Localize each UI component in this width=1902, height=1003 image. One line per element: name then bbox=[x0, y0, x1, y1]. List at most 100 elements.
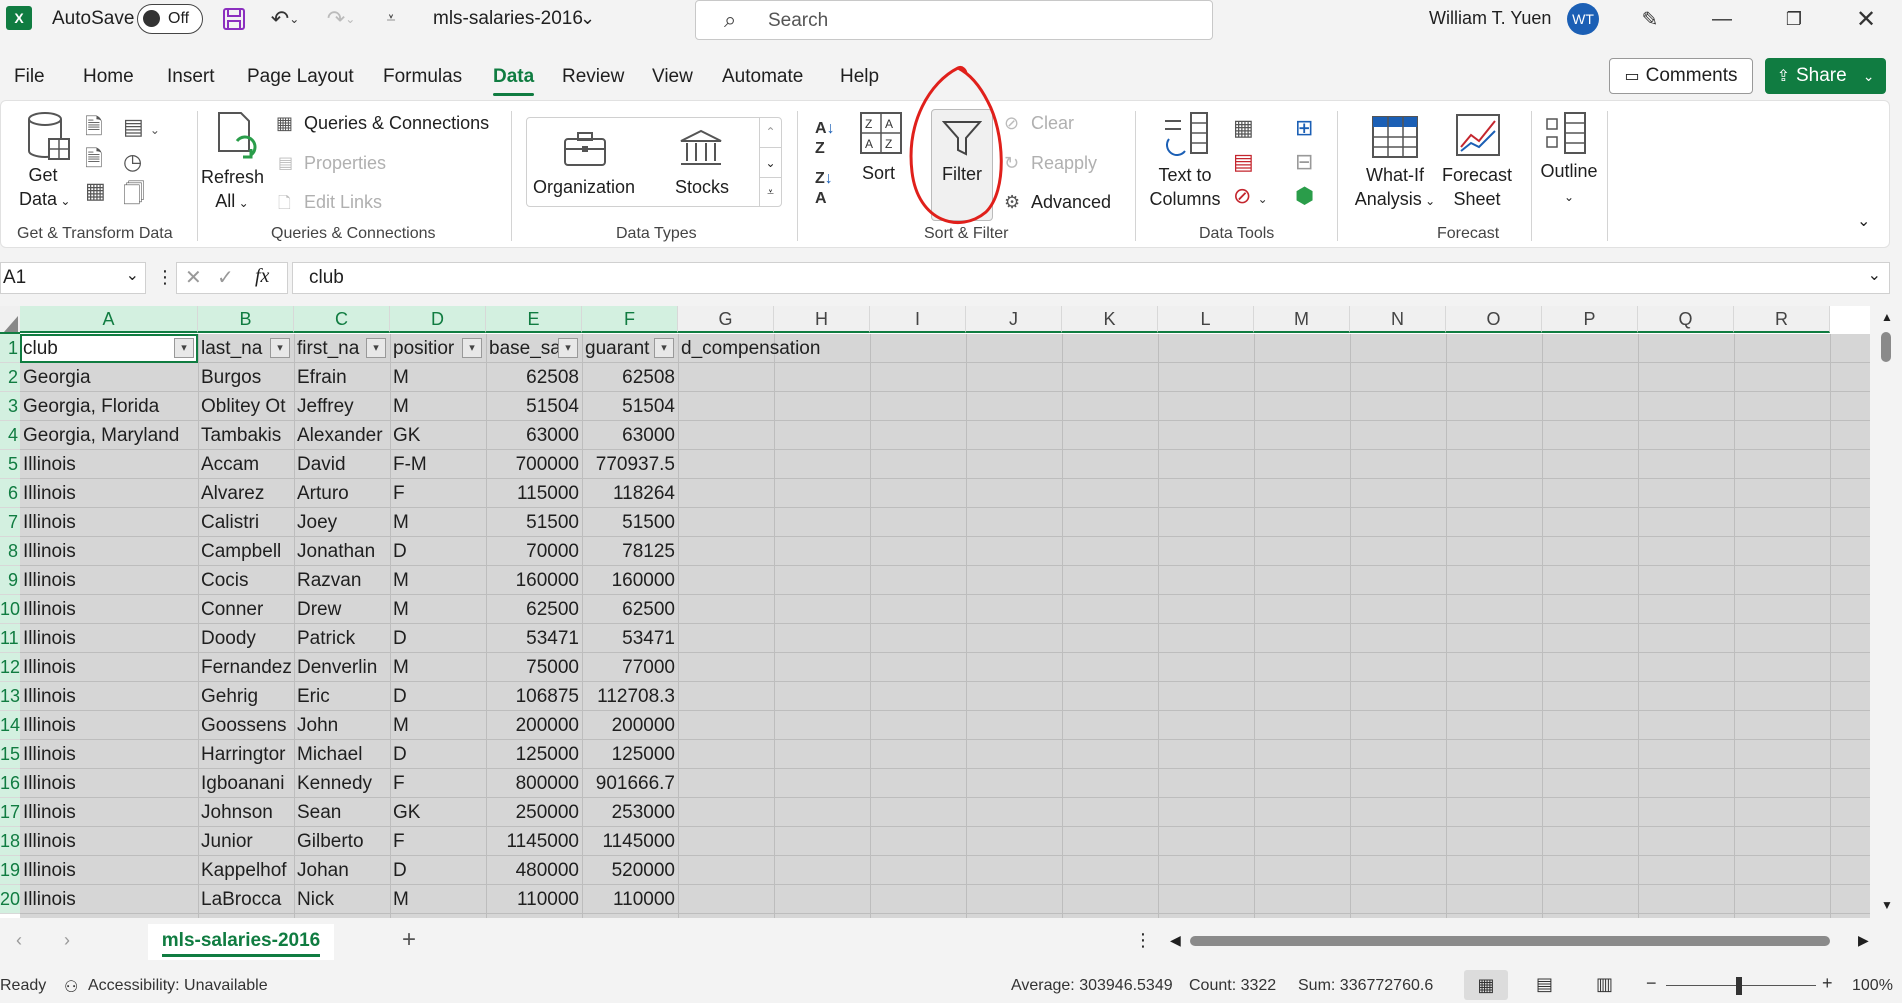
column-header-k[interactable]: K bbox=[1062, 306, 1158, 333]
data-cell[interactable]: M bbox=[390, 392, 486, 421]
more-icon[interactable]: ⋮ bbox=[156, 267, 174, 288]
tab-automate[interactable]: Automate bbox=[722, 66, 803, 88]
relationships-icon[interactable]: ⊞ ⊟ ⬢ bbox=[1295, 111, 1314, 213]
sort-a-z-icon[interactable]: A↓ Z bbox=[815, 119, 835, 159]
data-cell[interactable]: 53471 bbox=[486, 624, 582, 653]
search-input[interactable]: ⌕ Search bbox=[695, 0, 1213, 40]
data-cell[interactable]: 200000 bbox=[486, 711, 582, 740]
data-cell[interactable]: Accam bbox=[198, 450, 294, 479]
data-cell[interactable]: 901666.7 bbox=[582, 769, 678, 798]
share-button[interactable]: ⇪ Share ⌄ bbox=[1765, 58, 1886, 94]
restore-icon[interactable]: ❐ bbox=[1774, 4, 1814, 34]
row-header[interactable]: 5 bbox=[0, 450, 20, 479]
data-cell[interactable]: Illinois bbox=[20, 537, 198, 566]
scroll-right-icon[interactable]: ▶ bbox=[1858, 932, 1869, 949]
row-header[interactable]: 6 bbox=[0, 479, 20, 508]
data-cell[interactable]: 51504 bbox=[582, 392, 678, 421]
data-cell[interactable]: Alexander bbox=[294, 421, 390, 450]
column-header-m[interactable]: M bbox=[1254, 306, 1350, 333]
data-cell[interactable]: M bbox=[390, 653, 486, 682]
row-header[interactable]: 3 bbox=[0, 392, 20, 421]
data-cell[interactable]: Kennedy bbox=[294, 769, 390, 798]
row-header[interactable]: 4 bbox=[0, 421, 20, 450]
undo-icon[interactable]: ↶ ⌄ bbox=[262, 4, 308, 34]
scroll-down-icon[interactable]: ▼ bbox=[1881, 898, 1893, 912]
data-cell[interactable]: D bbox=[390, 537, 486, 566]
column-header-j[interactable]: J bbox=[966, 306, 1062, 333]
advanced-button[interactable]: Advanced bbox=[1031, 192, 1111, 213]
next-sheet-icon[interactable]: › bbox=[64, 930, 70, 951]
data-cell[interactable]: 110000 bbox=[486, 885, 582, 914]
close-icon[interactable]: ✕ bbox=[1846, 4, 1886, 34]
data-cell[interactable]: 250000 bbox=[486, 798, 582, 827]
data-cell[interactable]: 480000 bbox=[486, 856, 582, 885]
data-cell[interactable]: Harringtor bbox=[198, 740, 294, 769]
refresh-icon[interactable] bbox=[215, 111, 261, 167]
filter-dropdown-button[interactable]: ▾ bbox=[558, 338, 578, 358]
save-icon[interactable] bbox=[220, 4, 248, 34]
column-header-f[interactable]: F bbox=[582, 306, 678, 333]
data-cell[interactable]: 77000 bbox=[582, 653, 678, 682]
data-cell[interactable]: Campbell bbox=[198, 537, 294, 566]
forecast-label[interactable]: Forecast bbox=[1442, 165, 1512, 185]
page-layout-view-icon[interactable]: ▤ bbox=[1536, 974, 1553, 995]
data-cell[interactable]: 118264 bbox=[582, 479, 678, 508]
data-cell[interactable]: Denverlin bbox=[294, 653, 390, 682]
data-cell[interactable]: John bbox=[294, 711, 390, 740]
column-header-d[interactable]: D bbox=[390, 306, 486, 333]
text-to-label[interactable]: Text to bbox=[1158, 165, 1211, 185]
zoom-slider-thumb[interactable] bbox=[1736, 977, 1742, 995]
row-header[interactable]: 20 bbox=[0, 885, 20, 914]
tab-home[interactable]: Home bbox=[83, 66, 134, 88]
data-cell[interactable]: Burgos bbox=[198, 363, 294, 392]
data-cell[interactable]: M bbox=[390, 595, 486, 624]
tab-formulas[interactable]: Formulas bbox=[383, 66, 462, 88]
data-cell[interactable]: D bbox=[390, 856, 486, 885]
analysis-label[interactable]: Analysis bbox=[1355, 189, 1422, 209]
data-cell[interactable]: GK bbox=[390, 798, 486, 827]
data-cell[interactable]: M bbox=[390, 363, 486, 392]
data-cell[interactable]: Illinois bbox=[20, 682, 198, 711]
data-cell[interactable]: 160000 bbox=[486, 566, 582, 595]
data-cell[interactable]: Illinois bbox=[20, 827, 198, 856]
horizontal-scroll-thumb[interactable] bbox=[1190, 936, 1830, 946]
row-header[interactable]: 10 bbox=[0, 595, 20, 624]
minimize-icon[interactable]: — bbox=[1702, 4, 1742, 34]
prev-sheet-icon[interactable]: ‹ bbox=[16, 930, 22, 951]
stocks-button[interactable]: Stocks bbox=[675, 177, 729, 198]
data-cell[interactable]: 125000 bbox=[486, 740, 582, 769]
data-cell[interactable]: 62500 bbox=[486, 595, 582, 624]
data-cell[interactable]: 700000 bbox=[486, 450, 582, 479]
data-cell[interactable]: Michael bbox=[294, 740, 390, 769]
data-cell[interactable]: Georgia bbox=[20, 363, 198, 392]
select-all-button[interactable] bbox=[0, 306, 20, 334]
sheet-label[interactable]: Sheet bbox=[1453, 189, 1500, 209]
column-header-b[interactable]: B bbox=[198, 306, 294, 333]
data-cell[interactable]: Illinois bbox=[20, 653, 198, 682]
column-header-l[interactable]: L bbox=[1158, 306, 1254, 333]
column-header-o[interactable]: O bbox=[1446, 306, 1542, 333]
organization-button[interactable]: Organization bbox=[533, 177, 635, 198]
queries-connections-button[interactable]: Queries & Connections bbox=[304, 113, 489, 134]
data-cell[interactable]: Illinois bbox=[20, 769, 198, 798]
from-table-icon[interactable]: ▤ ⌄ ◷ 🗍 bbox=[123, 111, 160, 210]
pen-icon[interactable]: ✎ bbox=[1630, 4, 1670, 34]
cancel-icon[interactable]: ✕ bbox=[185, 265, 202, 290]
data-cell[interactable]: Illinois bbox=[20, 566, 198, 595]
row-header[interactable]: 13 bbox=[0, 682, 20, 711]
data-cell[interactable]: GK bbox=[390, 421, 486, 450]
data-cell[interactable]: Junior bbox=[198, 827, 294, 856]
data-cell[interactable]: F bbox=[390, 827, 486, 856]
row-header[interactable]: 2 bbox=[0, 363, 20, 392]
data-cell[interactable]: Kappelhof bbox=[198, 856, 294, 885]
row-header[interactable]: 16 bbox=[0, 769, 20, 798]
data-cell[interactable]: Cocis bbox=[198, 566, 294, 595]
data-cell[interactable]: 1145000 bbox=[582, 827, 678, 856]
vertical-scroll-thumb[interactable] bbox=[1881, 332, 1891, 362]
data-cell[interactable]: David bbox=[294, 450, 390, 479]
filename[interactable]: mls-salaries-2016 bbox=[433, 8, 583, 30]
filter-dropdown-button[interactable]: ▾ bbox=[174, 338, 194, 358]
data-cell[interactable]: Drew bbox=[294, 595, 390, 624]
flash-fill-icon[interactable]: ▦ ▤ ⊘ ⌄ bbox=[1233, 111, 1268, 216]
column-header-r[interactable]: R bbox=[1734, 306, 1830, 333]
